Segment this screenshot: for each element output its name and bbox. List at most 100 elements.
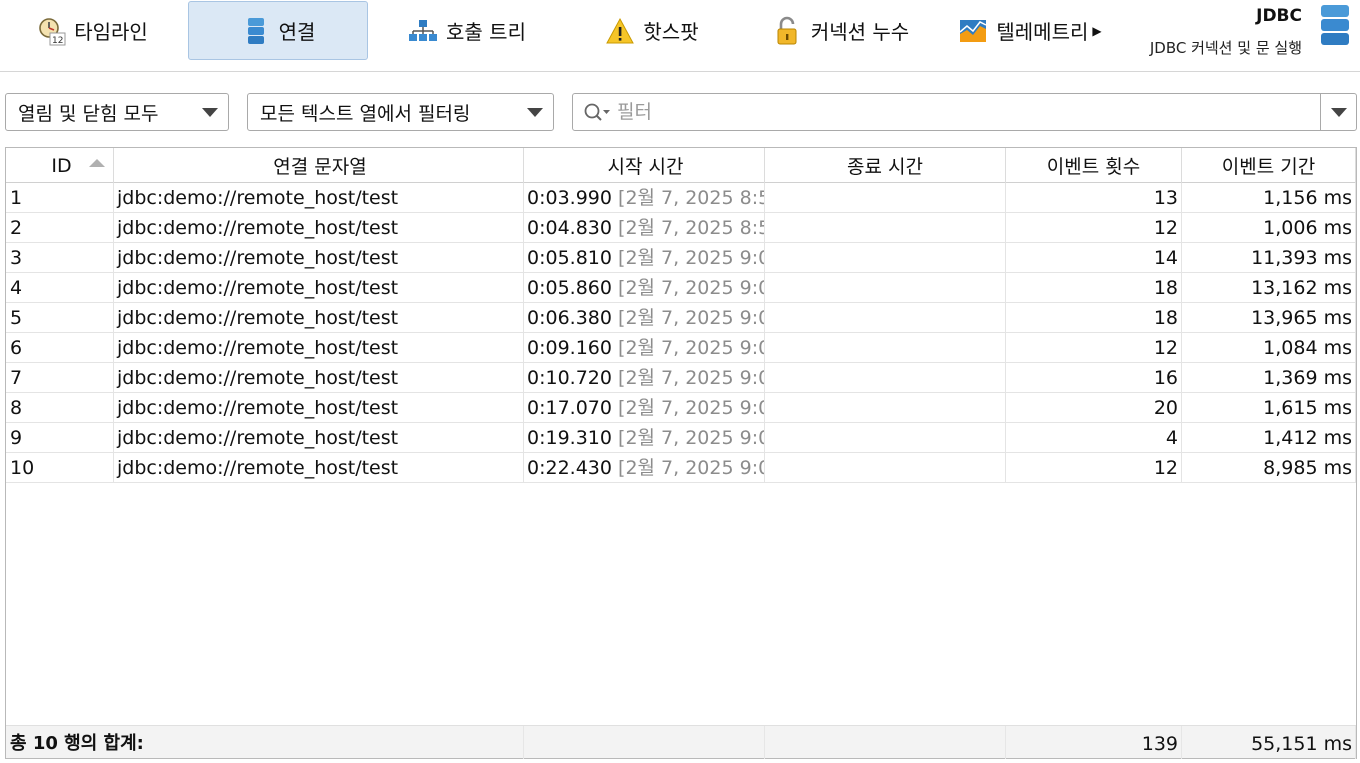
totals-label: 총 10 행의 합계:: [6, 726, 524, 759]
call-tree-icon: [408, 16, 438, 46]
cell-event-count: 16: [1006, 363, 1182, 392]
cell-event-count: 18: [1006, 273, 1182, 302]
start-time-value: 0:17.070: [527, 397, 612, 419]
start-time-value: 0:10.720: [527, 367, 612, 389]
totals-event-duration: 55,151 ms: [1182, 726, 1356, 759]
connections-table: ID 연결 문자열 시작 시간 종료 시간 이벤트 횟수 이벤트 기간 1 jdb…: [5, 147, 1357, 759]
tab-connections-label: 연결: [278, 20, 316, 44]
start-date-value: [2월 7, 2025 9:0...: [618, 457, 764, 479]
cell-start-time: 0:09.160 [2월 7, 2025 9:0...: [524, 333, 765, 362]
column-header-id[interactable]: ID: [6, 148, 114, 183]
filter-history-dropdown[interactable]: [1320, 94, 1356, 130]
table-row[interactable]: 1 jdbc:demo://remote_host/test 0:03.990 [2…: [6, 183, 1356, 213]
tab-connection-leaks[interactable]: 커넥션 누수: [756, 1, 926, 60]
table-footer-totals: 총 10 행의 합계: 139 55,151 ms: [6, 725, 1356, 759]
probe-subtitle: JDBC 커넥션 및 문 실행: [1149, 39, 1302, 57]
totals-event-count: 139: [1006, 726, 1182, 759]
column-filter-dropdown[interactable]: 모든 텍스트 열에서 필터링: [247, 93, 554, 131]
column-header-event-count[interactable]: 이벤트 횟수: [1006, 148, 1182, 183]
unlocked-padlock-icon: [773, 16, 803, 46]
cell-event-duration: 8,985 ms: [1182, 453, 1356, 482]
database-icon: [241, 16, 271, 46]
cell-event-count: 4: [1006, 423, 1182, 452]
cell-event-count: 12: [1006, 333, 1182, 362]
table-row[interactable]: 5 jdbc:demo://remote_host/test 0:06.380 [2…: [6, 303, 1356, 333]
start-date-value: [2월 7, 2025 9:0...: [618, 307, 764, 329]
table-row[interactable]: 4 jdbc:demo://remote_host/test 0:05.860 [2…: [6, 273, 1356, 303]
column-header-start-time[interactable]: 시작 시간: [524, 148, 765, 183]
totals-start-cell: [524, 726, 765, 759]
cell-connection-string: jdbc:demo://remote_host/test: [114, 453, 524, 482]
database-stack-icon: [1318, 4, 1352, 46]
cell-end-time: [765, 393, 1006, 422]
cell-connection-string: jdbc:demo://remote_host/test: [114, 273, 524, 302]
tab-call-tree-label: 호출 트리: [446, 20, 526, 44]
cell-id: 8: [6, 393, 114, 422]
dropdown-caret-icon: [527, 108, 543, 117]
table-row[interactable]: 8 jdbc:demo://remote_host/test 0:17.070 [2…: [6, 393, 1356, 423]
cell-end-time: [765, 423, 1006, 452]
cell-connection-string: jdbc:demo://remote_host/test: [114, 213, 524, 242]
start-date-value: [2월 7, 2025 9:0...: [618, 337, 764, 359]
start-time-value: 0:09.160: [527, 337, 612, 359]
cell-end-time: [765, 273, 1006, 302]
tab-timeline[interactable]: 12 타임라인: [22, 1, 162, 60]
tab-hotspots[interactable]: 핫스팟: [592, 1, 712, 60]
cell-connection-string: jdbc:demo://remote_host/test: [114, 393, 524, 422]
table-row[interactable]: 6 jdbc:demo://remote_host/test 0:09.160 [2…: [6, 333, 1356, 363]
cell-event-count: 14: [1006, 243, 1182, 272]
cell-start-time: 0:06.380 [2월 7, 2025 9:0...: [524, 303, 765, 332]
filter-input[interactable]: [617, 98, 1307, 126]
tab-connections[interactable]: 연결: [188, 1, 368, 60]
cell-start-time: 0:19.310 [2월 7, 2025 9:0...: [524, 423, 765, 452]
cell-connection-string: jdbc:demo://remote_host/test: [114, 183, 524, 212]
table-row[interactable]: 2 jdbc:demo://remote_host/test 0:04.830 [2…: [6, 213, 1356, 243]
column-header-event-duration[interactable]: 이벤트 기간: [1182, 148, 1356, 183]
cell-start-time: 0:17.070 [2월 7, 2025 9:0...: [524, 393, 765, 422]
start-date-value: [2월 7, 2025 8:5...: [618, 217, 764, 239]
cell-end-time: [765, 213, 1006, 242]
cell-id: 10: [6, 453, 114, 482]
cell-start-time: 0:05.810 [2월 7, 2025 9:0...: [524, 243, 765, 272]
start-date-value: [2월 7, 2025 9:0...: [618, 367, 764, 389]
cell-start-time: 0:05.860 [2월 7, 2025 9:0...: [524, 273, 765, 302]
column-header-end-time[interactable]: 종료 시간: [765, 148, 1006, 183]
cell-id: 1: [6, 183, 114, 212]
cell-id: 2: [6, 213, 114, 242]
cell-id: 9: [6, 423, 114, 452]
cell-connection-string: jdbc:demo://remote_host/test: [114, 423, 524, 452]
cell-start-time: 0:22.430 [2월 7, 2025 9:0...: [524, 453, 765, 482]
column-filter-value: 모든 텍스트 열에서 필터링: [260, 102, 471, 125]
search-icon[interactable]: [583, 102, 611, 124]
tab-connection-leaks-label: 커넥션 누수: [810, 20, 910, 44]
open-close-filter-dropdown[interactable]: 열림 및 닫힘 모두: [5, 93, 229, 131]
cell-connection-string: jdbc:demo://remote_host/test: [114, 303, 524, 332]
start-date-value: [2월 7, 2025 8:5...: [618, 187, 764, 209]
cell-end-time: [765, 303, 1006, 332]
cell-id: 4: [6, 273, 114, 302]
cell-event-duration: 11,393 ms: [1182, 243, 1356, 272]
cell-event-duration: 13,965 ms: [1182, 303, 1356, 332]
cell-event-duration: 13,162 ms: [1182, 273, 1356, 302]
column-header-connection-string[interactable]: 연결 문자열: [114, 148, 524, 183]
table-row[interactable]: 3 jdbc:demo://remote_host/test 0:05.810 [2…: [6, 243, 1356, 273]
start-time-value: 0:22.430: [527, 457, 612, 479]
cell-event-duration: 1,006 ms: [1182, 213, 1356, 242]
tab-telemetry[interactable]: 텔레메트리 ▶: [950, 1, 1110, 60]
tab-hotspots-label: 핫스팟: [643, 20, 699, 44]
cell-connection-string: jdbc:demo://remote_host/test: [114, 363, 524, 392]
table-row[interactable]: 10 jdbc:demo://remote_host/test 0:22.430 […: [6, 453, 1356, 483]
cell-id: 3: [6, 243, 114, 272]
table-row[interactable]: 9 jdbc:demo://remote_host/test 0:19.310 [2…: [6, 423, 1356, 453]
start-date-value: [2월 7, 2025 9:0...: [618, 427, 764, 449]
cell-connection-string: jdbc:demo://remote_host/test: [114, 333, 524, 362]
sort-ascending-icon: [89, 159, 105, 167]
timeline-clock-icon: 12: [36, 16, 66, 46]
cell-end-time: [765, 243, 1006, 272]
cell-event-duration: 1,084 ms: [1182, 333, 1356, 362]
submenu-arrow-icon: ▶: [1092, 23, 1102, 38]
totals-end-cell: [765, 726, 1006, 759]
tab-call-tree[interactable]: 호출 트리: [392, 1, 542, 60]
table-row[interactable]: 7 jdbc:demo://remote_host/test 0:10.720 [2…: [6, 363, 1356, 393]
cell-start-time: 0:10.720 [2월 7, 2025 9:0...: [524, 363, 765, 392]
